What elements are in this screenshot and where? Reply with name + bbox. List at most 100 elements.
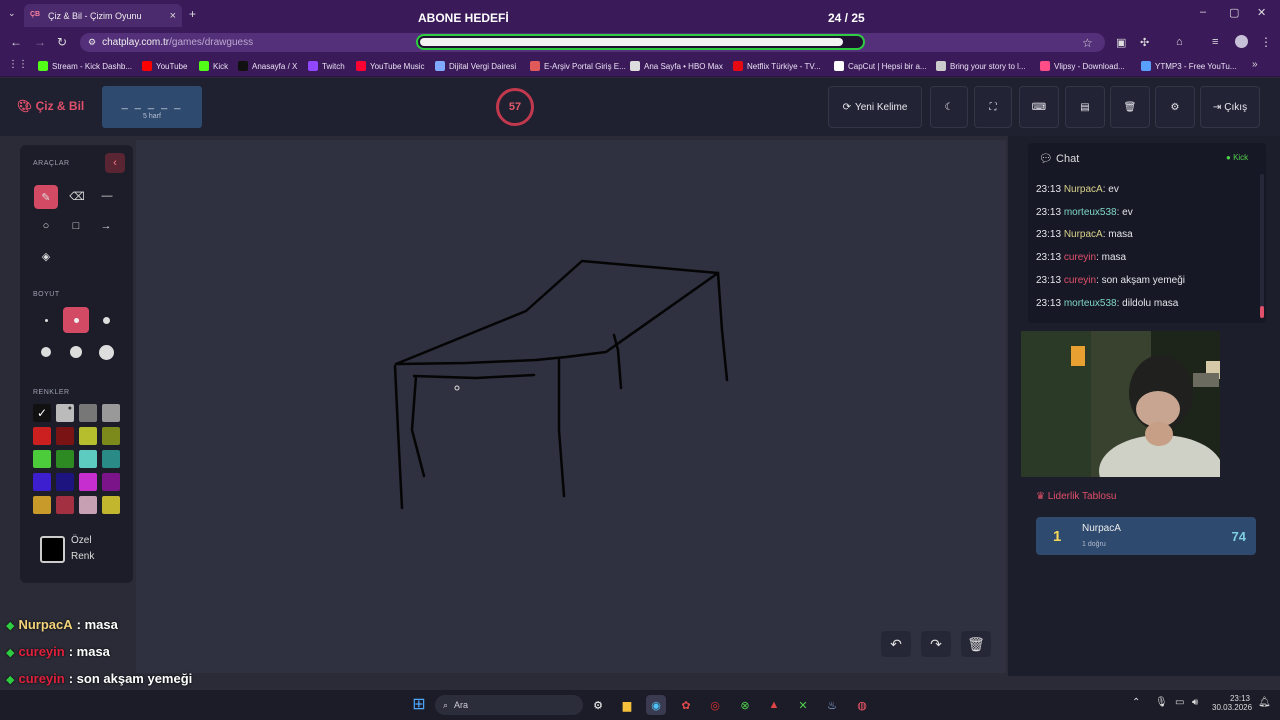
browser-tab[interactable]: ÇB Çiz & Bil - Çizim Oyunu × <box>24 4 182 27</box>
chrome-app-icon[interactable]: ◉ <box>646 695 666 715</box>
apps-grid-icon[interactable]: ⋮⋮ <box>8 59 28 70</box>
color-swatch[interactable] <box>56 473 74 491</box>
bookmark-item[interactable]: CapCut | Hepsi bir a... <box>834 58 927 74</box>
taskbar-clock[interactable]: 23:13 30.03.2026 <box>1212 694 1252 712</box>
bookmark-item[interactable]: Anasayfa / X <box>238 58 297 74</box>
color-swatch[interactable] <box>79 473 97 491</box>
browser-menu-icon[interactable]: ⋮ <box>1260 35 1272 49</box>
color-swatch[interactable] <box>33 450 51 468</box>
collapse-panel-button[interactable]: ‹ <box>105 153 125 173</box>
redo-button[interactable]: ↷ <box>921 631 951 657</box>
color-swatch[interactable] <box>102 473 120 491</box>
taskbar-search[interactable]: ⌕ Ara <box>435 695 583 715</box>
game-logo[interactable]: 🎨︎ Çiz & Bil <box>17 99 84 113</box>
system-tray-chevron-icon[interactable]: ⌃ <box>1132 697 1140 708</box>
reload-button[interactable]: ↻ <box>57 35 67 49</box>
bookmark-item[interactable]: Kick <box>199 58 228 74</box>
bookmark-star-icon[interactable]: ☆ <box>1082 36 1093 50</box>
file-explorer-icon[interactable]: ▆ <box>617 695 637 715</box>
color-swatch[interactable]: ● <box>56 404 74 422</box>
rectangle-tool[interactable]: □ <box>65 215 87 237</box>
line-tool[interactable]: — <box>96 185 118 207</box>
message-user[interactable]: NurpacA <box>1064 184 1103 195</box>
bookmark-item[interactable]: E-Arşiv Portal Giriş E... <box>530 58 626 74</box>
size-1-button[interactable] <box>35 309 57 331</box>
notification-bell-icon[interactable]: 🔔︎ <box>1258 697 1271 708</box>
bookmark-item[interactable]: Dijital Vergi Dairesi <box>435 58 516 74</box>
steam-app-icon[interactable]: ♨ <box>822 695 842 715</box>
start-icon[interactable]: ⊞ <box>409 694 429 714</box>
arrow-tool[interactable]: → <box>95 215 117 237</box>
chat-scroll-thumb[interactable] <box>1260 306 1264 318</box>
minimize-button[interactable]: – <box>1200 6 1206 18</box>
keyboard-button[interactable]: ⌨ <box>1019 86 1059 128</box>
undo-button[interactable]: ↶ <box>881 631 911 657</box>
bookmark-item[interactable]: Netflix Türkiye - TV... <box>733 58 821 74</box>
color-swatch[interactable] <box>33 473 51 491</box>
message-user[interactable]: morteux538 <box>1064 207 1117 218</box>
size-3-button[interactable] <box>95 309 117 331</box>
brush-tool[interactable]: ✎ <box>34 185 58 209</box>
bookmark-item[interactable]: YTMP3 - Free YouTu... <box>1141 58 1237 74</box>
fill-tool[interactable]: ◈ <box>35 245 57 267</box>
drawing-canvas[interactable] <box>136 140 1006 673</box>
size-5-button[interactable] <box>65 341 87 363</box>
bookmark-item[interactable]: YouTube Music <box>356 58 425 74</box>
bookmark-item[interactable]: YouTube <box>142 58 187 74</box>
extension-2-icon[interactable]: ⌂ <box>1176 36 1183 48</box>
color-swatch[interactable] <box>56 427 74 445</box>
tab-close-icon[interactable]: × <box>170 10 176 22</box>
forward-button[interactable]: → <box>34 35 46 49</box>
back-button[interactable]: ← <box>10 35 22 49</box>
size-2-button[interactable] <box>63 307 89 333</box>
more-bookmarks-icon[interactable]: » <box>1252 59 1258 70</box>
bookmark-item[interactable]: Twitch <box>308 58 345 74</box>
profile-avatar[interactable] <box>1235 35 1248 48</box>
size-6-button[interactable] <box>95 341 117 363</box>
color-swatch[interactable] <box>79 450 97 468</box>
eraser-tool[interactable]: ⌫ <box>66 185 88 207</box>
color-swatch[interactable] <box>102 404 120 422</box>
message-user[interactable]: cureyin <box>1064 252 1096 263</box>
color-swatch[interactable] <box>102 427 120 445</box>
color-swatch[interactable] <box>56 496 74 514</box>
microphone-icon[interactable]: 🎙︎ <box>1155 697 1168 708</box>
dark-mode-button[interactable]: ☾ <box>930 86 968 128</box>
new-word-button[interactable]: ⟳ Yeni Kelime <box>828 86 922 128</box>
bookmark-item[interactable]: Bring your story to l... <box>936 58 1026 74</box>
color-swatch-selected[interactable]: ✓ <box>33 404 51 422</box>
message-user[interactable]: cureyin <box>1064 275 1096 286</box>
extension-icon[interactable]: ▣ <box>1116 36 1126 49</box>
color-swatch[interactable] <box>79 404 97 422</box>
color-swatch[interactable] <box>102 450 120 468</box>
color-swatch[interactable] <box>79 496 97 514</box>
size-4-button[interactable] <box>35 341 57 363</box>
opera-app-icon[interactable]: ◎ <box>705 695 725 715</box>
display-icon[interactable]: ▭ <box>1175 697 1184 708</box>
new-tab-button[interactable]: + <box>189 7 196 21</box>
site-info-icon[interactable]: ⚙ <box>88 37 96 48</box>
obs-app-icon[interactable]: ◍ <box>852 695 872 715</box>
app-icon-red[interactable]: ✿ <box>676 695 696 715</box>
volume-icon[interactable]: 🔊︎ <box>1192 697 1198 708</box>
archive-button[interactable]: ▤ <box>1065 86 1105 128</box>
media-control-icon[interactable]: ≡ <box>1212 36 1218 48</box>
extensions-puzzle-icon[interactable]: ✣ <box>1140 36 1149 49</box>
close-window-button[interactable]: ✕ <box>1257 6 1266 19</box>
fullscreen-button[interactable]: ⛶ <box>974 86 1012 128</box>
color-swatch[interactable] <box>33 496 51 514</box>
circle-tool[interactable]: ○ <box>35 215 57 237</box>
clear-button[interactable]: 🗑︎ <box>1110 86 1150 128</box>
color-swatch[interactable] <box>102 496 120 514</box>
exit-button[interactable]: ⇥ Çıkış <box>1200 86 1260 128</box>
xbox-app-icon[interactable]: ⊗ <box>735 695 755 715</box>
color-swatch[interactable] <box>33 427 51 445</box>
media-app-icon[interactable]: ▲ <box>764 695 784 715</box>
message-user[interactable]: NurpacA <box>1064 229 1103 240</box>
settings-button[interactable]: ⚙ <box>1155 86 1195 128</box>
bookmark-item[interactable]: Vlipsy - Download... <box>1040 58 1125 74</box>
maximize-button[interactable]: ▢ <box>1229 6 1239 19</box>
color-swatch[interactable] <box>79 427 97 445</box>
custom-color-swatch[interactable] <box>40 536 65 563</box>
bookmark-item[interactable]: Stream - Kick Dashb... <box>38 58 132 74</box>
